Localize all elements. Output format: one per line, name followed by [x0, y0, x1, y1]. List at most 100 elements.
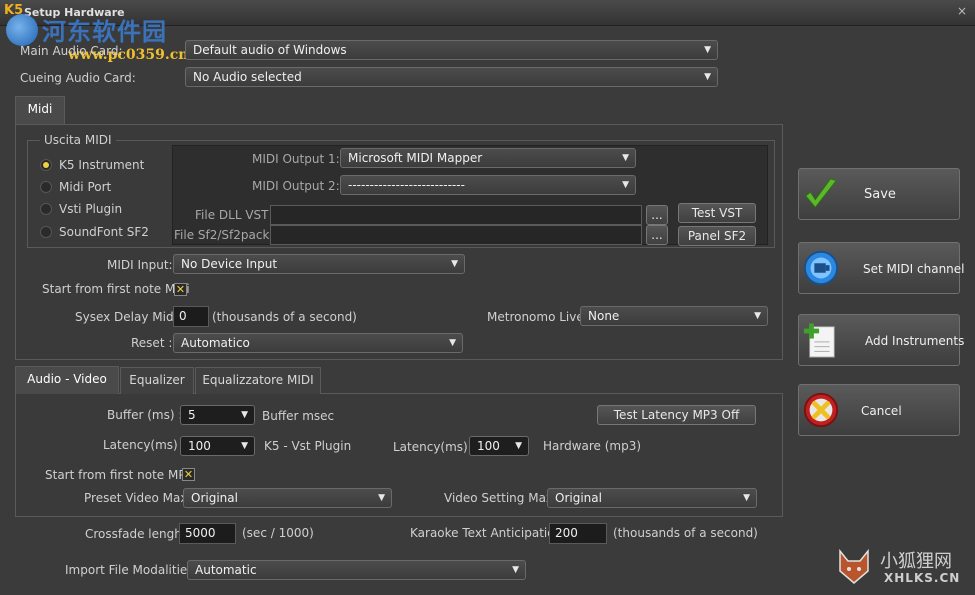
- save-label: Save: [864, 187, 896, 202]
- fox-logo-icon: [839, 548, 869, 584]
- cueing-audio-card-value: No Audio selected: [193, 70, 302, 84]
- sysex-delay-unit: (thousands of a second): [212, 310, 357, 324]
- karaoke-anticipation-field[interactable]: 200: [549, 523, 607, 544]
- midi-input-label: MIDI Input:: [107, 258, 173, 272]
- main-audio-card-select[interactable]: Default audio of Windows ▼: [185, 40, 718, 60]
- chevron-down-icon: ▼: [622, 180, 629, 190]
- midi-output-1-label: MIDI Output 1:: [252, 152, 340, 166]
- radio-soundfont-sf2[interactable]: [40, 226, 52, 238]
- start-first-note-midi-checkbox[interactable]: ✕: [174, 283, 187, 296]
- add-instruments-label: Add Instruments: [865, 334, 965, 348]
- save-button[interactable]: Save: [798, 168, 960, 220]
- corner-watermark-name: 小狐狸网: [880, 551, 952, 572]
- crossfade-label: Crossfade lenght: [85, 527, 187, 541]
- chevron-down-icon: ▼: [515, 441, 522, 451]
- midi-output-2-label: MIDI Output 2:: [252, 179, 340, 193]
- midi-output-2-value: ---------------------------: [348, 178, 465, 192]
- main-audio-card-value: Default audio of Windows: [193, 43, 347, 57]
- metronomo-live-select[interactable]: None ▼: [580, 306, 768, 326]
- cancel-x-icon: [803, 392, 839, 428]
- preset-video-max-label: Preset Video Max: [84, 491, 188, 505]
- add-instruments-button[interactable]: Add Instruments: [798, 314, 964, 366]
- preset-video-max-select[interactable]: Original ▼: [183, 488, 392, 508]
- karaoke-anticipation-unit: (thousands of a second): [613, 526, 758, 540]
- radio-label-vsti-plugin: Vsti Plugin: [59, 202, 123, 216]
- reset-select[interactable]: Automatico ▼: [173, 333, 463, 353]
- video-setting-max-select[interactable]: Original ▼: [547, 488, 757, 508]
- latency-k5-value: 100: [188, 439, 211, 453]
- cancel-button[interactable]: Cancel: [798, 384, 960, 436]
- latency-k5-unit: K5 - Vst Plugin: [264, 439, 352, 453]
- midi-input-select[interactable]: No Device Input ▼: [173, 254, 465, 274]
- latency-hw-value: 100: [477, 439, 500, 453]
- sysex-delay-field[interactable]: 0: [173, 306, 209, 327]
- check-icon: [805, 178, 837, 209]
- radio-vsti-plugin[interactable]: [40, 203, 52, 215]
- latency-k5-select[interactable]: 100 ▼: [180, 436, 255, 456]
- test-latency-button[interactable]: Test Latency MP3 Off: [597, 405, 756, 425]
- start-first-note-mp3-label: Start from first note MP3: [45, 468, 194, 482]
- sysex-delay-label: Sysex Delay Midi :: [75, 310, 185, 324]
- midi-output-1-value: Microsoft MIDI Mapper: [348, 151, 483, 165]
- watermark-site-name: 河东软件园: [42, 17, 167, 46]
- radio-label-k5-instrument: K5 Instrument: [59, 158, 145, 172]
- tab-midi[interactable]: Midi: [15, 96, 65, 124]
- chevron-down-icon: ▼: [754, 311, 761, 321]
- tab-equalizzatore-midi[interactable]: Equalizzatore MIDI: [195, 367, 321, 394]
- buffer-select[interactable]: 5 ▼: [180, 405, 255, 425]
- midi-input-value: No Device Input: [181, 257, 278, 271]
- close-icon[interactable]: ×: [955, 4, 969, 18]
- set-midi-channel-label: Set MIDI channel: [863, 262, 965, 276]
- metronomo-live-label: Metronomo Live: [487, 310, 584, 324]
- main-audio-card-label: Main Audio Card:: [20, 44, 123, 58]
- cueing-audio-card-select[interactable]: No Audio selected ▼: [185, 67, 718, 87]
- chevron-down-icon: ▼: [449, 338, 456, 348]
- start-first-note-midi-label: Start from first note Midi: [42, 282, 190, 296]
- panel-sf2-button[interactable]: Panel SF2: [678, 226, 756, 246]
- chevron-down-icon: ▼: [512, 565, 519, 575]
- radio-k5-instrument[interactable]: [40, 159, 52, 171]
- buffer-label: Buffer (ms) :: [107, 408, 183, 422]
- import-file-modalities-select[interactable]: Automatic ▼: [187, 560, 526, 580]
- latency-hw-unit: Hardware (mp3): [543, 439, 642, 453]
- chevron-down-icon: ▼: [241, 441, 248, 451]
- crossfade-unit: (sec / 1000): [242, 526, 314, 540]
- import-file-modalities-label: Import File Modalities: [65, 563, 194, 577]
- radio-midi-port[interactable]: [40, 181, 52, 193]
- video-setting-max-value: Original: [555, 491, 602, 505]
- buffer-unit: Buffer msec: [262, 409, 335, 423]
- start-first-note-mp3-checkbox[interactable]: ✕: [182, 468, 195, 481]
- file-sf2-label: File Sf2/Sf2pack :: [174, 228, 278, 242]
- test-vst-button[interactable]: Test VST: [678, 203, 756, 223]
- add-document-icon: [803, 323, 835, 358]
- file-dll-vst-label: File DLL VST :: [195, 208, 277, 222]
- midi-channel-icon: [803, 250, 839, 286]
- chevron-down-icon: ▼: [704, 45, 711, 55]
- cancel-label: Cancel: [861, 404, 902, 418]
- uscita-midi-group-label: Uscita MIDI: [40, 133, 116, 147]
- metronomo-live-value: None: [588, 309, 620, 323]
- browse-sf2-button[interactable]: ...: [646, 225, 668, 245]
- tab-audio-video[interactable]: Audio - Video: [15, 366, 119, 394]
- watermark-logo-icon: [6, 14, 38, 46]
- radio-label-midi-port: Midi Port: [59, 180, 112, 194]
- buffer-value: 5: [188, 408, 196, 422]
- reset-value: Automatico: [181, 336, 250, 350]
- chevron-down-icon: ▼: [622, 153, 629, 163]
- file-dll-vst-field[interactable]: [270, 205, 642, 225]
- chevron-down-icon: ▼: [743, 493, 750, 503]
- corner-watermark-url: XHLKS.CN: [884, 571, 961, 585]
- latency-hw-label: Latency(ms) :: [393, 440, 476, 454]
- tab-equalizer[interactable]: Equalizer: [120, 367, 194, 394]
- midi-output-1-select[interactable]: Microsoft MIDI Mapper ▼: [340, 148, 636, 168]
- set-midi-channel-button[interactable]: Set MIDI channel: [798, 242, 965, 294]
- latency-hw-select[interactable]: 100 ▼: [469, 436, 529, 456]
- chevron-down-icon: ▼: [378, 493, 385, 503]
- video-setting-max-label: Video Setting Max: [444, 491, 554, 505]
- browse-dll-button[interactable]: ...: [646, 205, 668, 225]
- file-sf2-field[interactable]: [270, 225, 642, 245]
- midi-output-2-select[interactable]: --------------------------- ▼: [340, 175, 636, 195]
- radio-label-soundfont-sf2: SoundFont SF2: [59, 225, 149, 239]
- chevron-down-icon: ▼: [241, 410, 248, 420]
- crossfade-field[interactable]: 5000: [179, 523, 236, 544]
